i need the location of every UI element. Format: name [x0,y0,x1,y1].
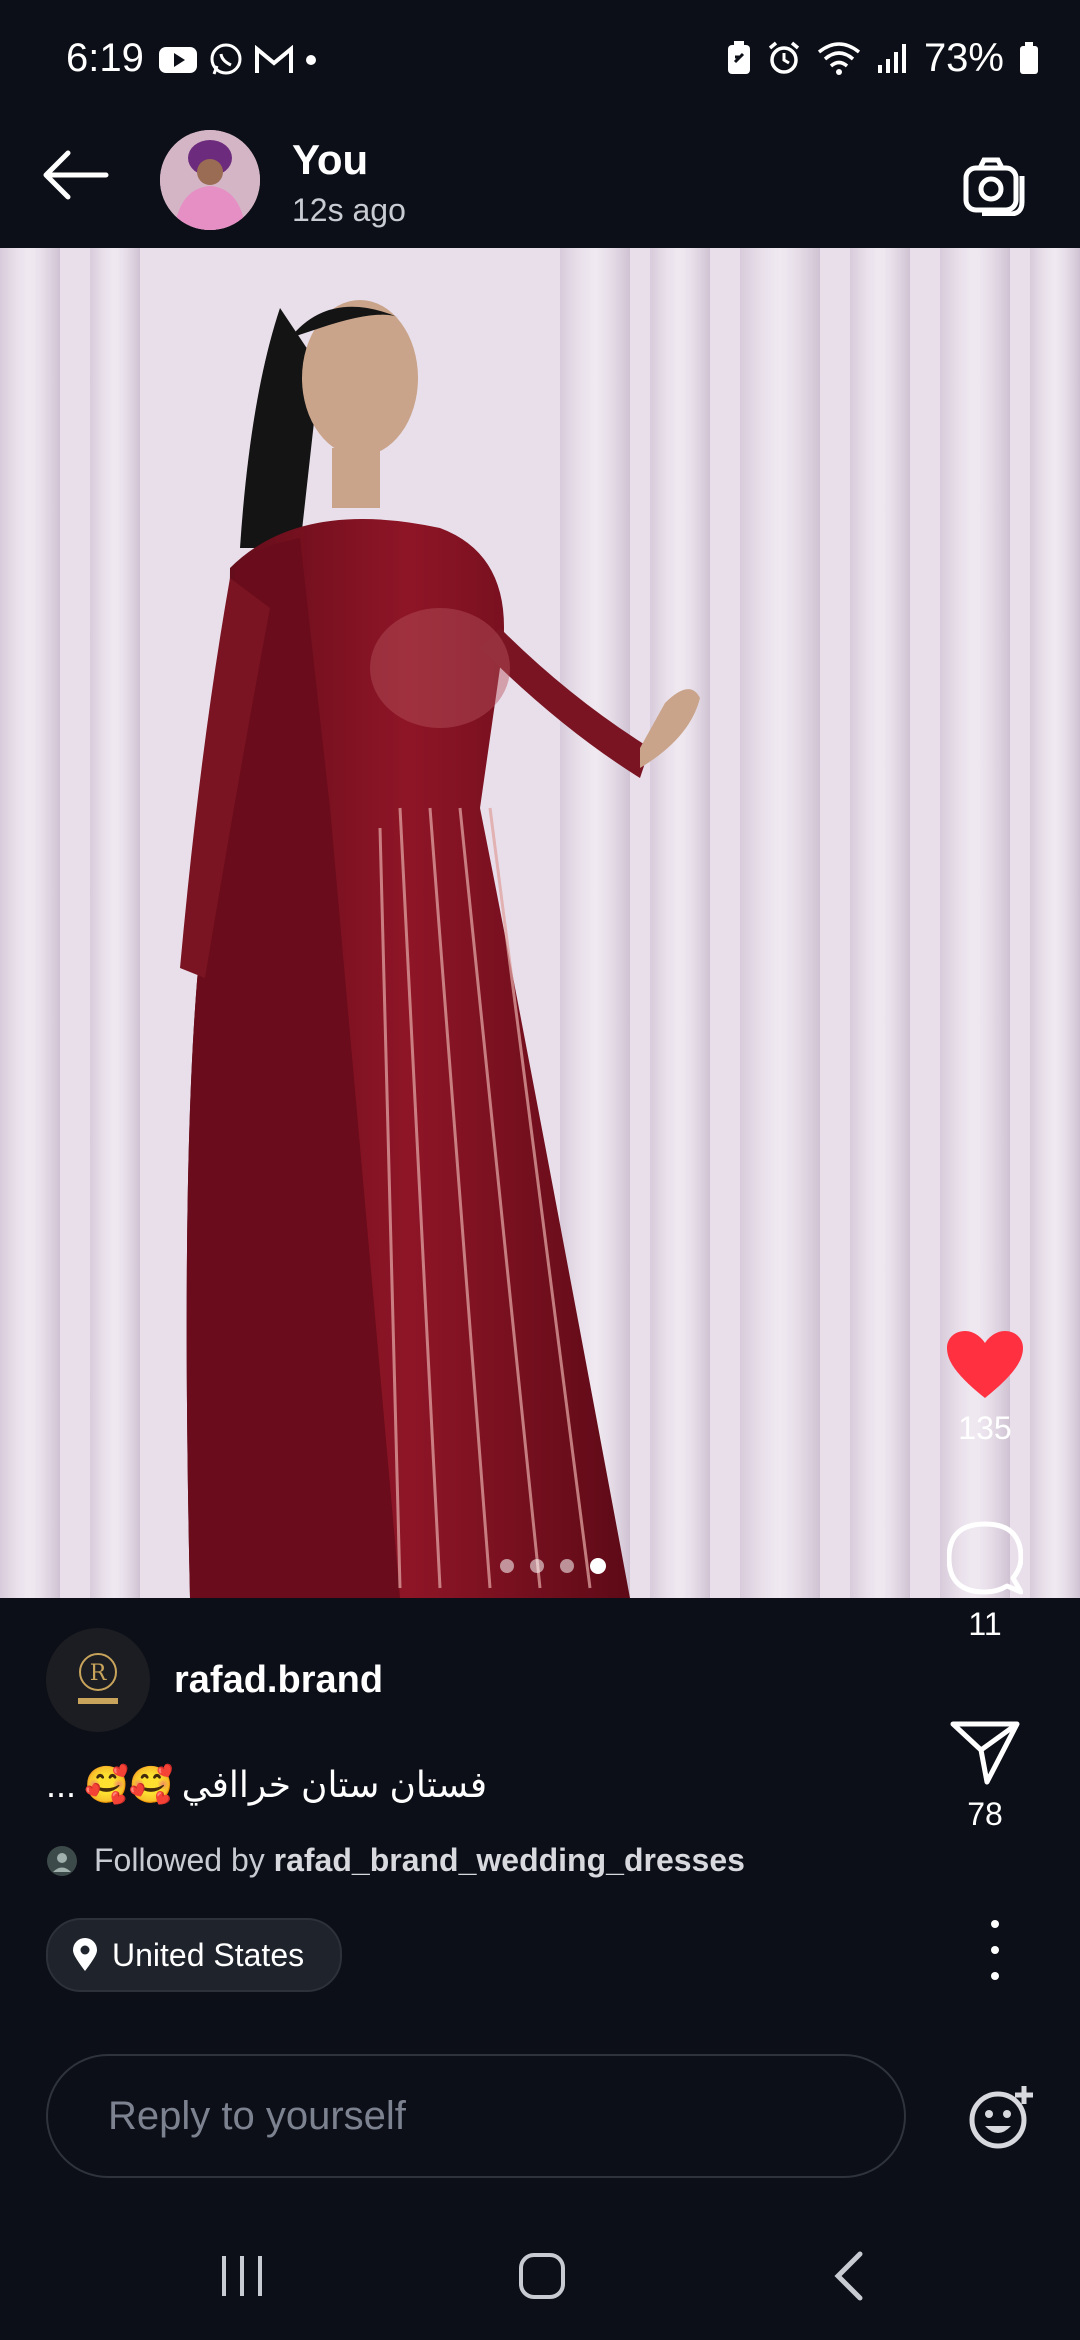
battery-icon [1020,42,1038,74]
progress-dot [530,1559,544,1573]
home-icon[interactable] [518,2250,566,2302]
poster-username[interactable]: rafad.brand [174,1659,383,1702]
caption[interactable]: ... 🥰🥰 فستان ستان خراافي [46,1764,487,1806]
more-options-icon[interactable] [980,1920,1010,1980]
system-back-icon[interactable] [830,2250,866,2302]
progress-dot [500,1559,514,1573]
reply-input[interactable]: Reply to yourself [46,2054,906,2178]
location-chip[interactable]: United States [46,1918,343,1992]
progress-dot-active [590,1558,606,1574]
alarm-icon [768,41,800,74]
battery-percentage: 73% [923,35,1004,80]
comment-icon[interactable] [947,1520,1023,1596]
like-action[interactable]: 135 [910,1330,1060,1447]
location-label: United States [112,1936,305,1973]
followed-by-label: Followed by [94,1842,265,1878]
story-owner-name[interactable]: You [292,136,368,184]
caption-more[interactable]: ... [46,1764,76,1806]
battery-saver-icon [727,41,750,74]
carousel-progress [500,1558,606,1574]
avatar[interactable] [160,130,260,230]
status-bar: 6:19 73% [0,0,1080,100]
back-arrow-icon[interactable] [40,150,110,200]
reply-placeholder: Reply to yourself [108,2093,406,2138]
follower-avatar-icon [47,1845,77,1876]
signal-icon [877,44,906,73]
brand-logo[interactable]: R [46,1628,150,1732]
avatar-image [160,130,260,230]
status-system-icons: 73% [726,34,1040,82]
story-header: You 12s ago [0,100,1080,248]
dot-icon [306,55,316,65]
story-timestamp: 12s ago [292,192,406,228]
svg-text:R: R [90,1661,108,1686]
followed-by-user[interactable]: rafad_brand_wedding_dresses [274,1842,745,1878]
share-count: 78 [967,1796,1003,1832]
wifi-icon [817,42,861,75]
recent-apps-icon[interactable] [218,2250,266,2302]
like-count: 135 [958,1410,1012,1446]
share-action[interactable]: 78 [910,1718,1060,1833]
gmail-icon [255,45,293,73]
poster-row[interactable]: R rafad.brand [46,1628,383,1732]
whatsapp-icon [210,43,242,75]
status-time: 6:19 [66,36,144,80]
status-notification-icons [158,40,318,80]
caption-text: فستان ستان خراافي [181,1764,488,1805]
progress-dot [560,1559,574,1573]
caption-emojis: 🥰🥰 [84,1764,174,1805]
heart-icon[interactable] [945,1330,1025,1400]
youtube-icon [159,47,197,73]
comment-action[interactable]: 11 [910,1520,1060,1643]
followed-by[interactable]: Followed by rafad_brand_wedding_dresses [46,1842,745,1879]
camera-icon[interactable] [962,156,1028,216]
brand-logo-image: R [78,1653,118,1704]
comment-count: 11 [968,1606,1002,1642]
share-icon[interactable] [949,1718,1021,1786]
location-pin-icon [73,1938,97,1971]
system-nav-bar [0,2210,1080,2340]
add-reaction-icon[interactable] [968,2084,1034,2150]
